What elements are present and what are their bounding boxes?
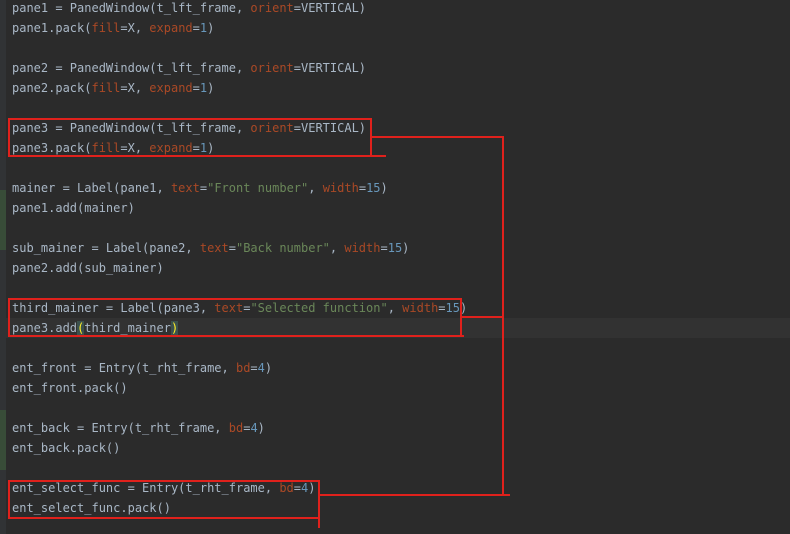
code-token: pane2.add(sub_mainer) — [12, 261, 164, 275]
code-token-paren: ) — [170, 321, 179, 335]
code-token: pane1 = PanedWindow(t_lft_frame, — [12, 1, 251, 15]
code-token-num: 15 — [445, 301, 460, 315]
code-token: pane3 = PanedWindow(t_lft_frame, — [12, 121, 251, 135]
code-token-kw: fill — [91, 141, 121, 155]
code-token: ) — [207, 81, 215, 95]
code-token: =VERTICAL) — [293, 61, 367, 75]
code-line[interactable]: pane2.add(sub_mainer) — [12, 258, 164, 278]
code-line[interactable]: ent_back = Entry(t_rht_frame, bd=4) — [12, 418, 265, 438]
code-token: pane2 = PanedWindow(t_lft_frame, — [12, 61, 251, 75]
code-token: , — [308, 181, 323, 195]
code-token: , — [329, 241, 345, 255]
code-line[interactable]: sub_mainer = Label(pane2, text="Back num… — [12, 238, 409, 258]
code-token: pane1.pack( — [12, 21, 92, 35]
code-token-kw: bd — [235, 361, 251, 375]
code-line[interactable]: pane1.add(mainer) — [12, 198, 135, 218]
code-token-str: "Selected function" — [250, 301, 388, 315]
code-token-kw: fill — [91, 21, 121, 35]
code-token: pane2.pack( — [12, 81, 92, 95]
code-token-num: 4 — [257, 361, 265, 375]
code-line[interactable]: ent_back.pack() — [12, 438, 120, 458]
code-editor[interactable]: pane1 = PanedWindow(t_lft_frame, orient=… — [0, 0, 790, 534]
code-token-num: 15 — [387, 241, 403, 255]
vcs-change-marker — [0, 410, 6, 470]
code-line[interactable]: pane2 = PanedWindow(t_lft_frame, orient=… — [12, 58, 366, 78]
code-token-kw: orient — [250, 1, 294, 15]
code-token: =X, — [120, 21, 150, 35]
editor-gutter — [0, 0, 6, 534]
code-token-kw: text — [214, 301, 244, 315]
code-line[interactable]: mainer = Label(pane1, text="Front number… — [12, 178, 388, 198]
code-token: ) — [308, 481, 316, 495]
code-line[interactable]: pane2.pack(fill=X, expand=1) — [12, 78, 214, 98]
code-token: =VERTICAL) — [293, 1, 367, 15]
code-token: = — [192, 141, 200, 155]
code-line[interactable]: ent_select_func.pack() — [12, 498, 171, 518]
code-token: = — [228, 241, 236, 255]
code-token-str: "Back number" — [235, 241, 330, 255]
code-token: = — [380, 241, 388, 255]
code-token: ent_back = Entry(t_rht_frame, — [12, 421, 229, 435]
code-token: mainer = Label(pane1, — [12, 181, 171, 195]
code-token-kw: text — [199, 241, 229, 255]
code-token: pane3.pack( — [12, 141, 92, 155]
code-token-kw: text — [170, 181, 200, 195]
code-token: = — [199, 181, 208, 195]
code-token-kw: expand — [149, 81, 193, 95]
code-line[interactable]: ent_front = Entry(t_rht_frame, bd=4) — [12, 358, 272, 378]
code-token-kw: width — [402, 301, 439, 315]
code-line[interactable]: pane1.pack(fill=X, expand=1) — [12, 18, 214, 38]
code-token: = — [438, 301, 446, 315]
code-token: ent_select_func.pack() — [12, 501, 171, 515]
code-token-kw: expand — [149, 21, 193, 35]
code-token: ent_select_func = Entry(t_rht_frame, — [12, 481, 280, 495]
code-token: ) — [257, 421, 265, 435]
code-token: =X, — [120, 81, 150, 95]
code-token: = — [293, 481, 301, 495]
code-token-kw: orient — [250, 121, 294, 135]
code-token: = — [192, 81, 200, 95]
code-token: =X, — [120, 141, 150, 155]
code-token: ) — [402, 241, 410, 255]
code-token: = — [250, 361, 258, 375]
code-token: third_mainer — [84, 321, 171, 335]
code-token-kw: bd — [228, 421, 244, 435]
code-token: pane1.add(mainer) — [12, 201, 135, 215]
code-token-kw: expand — [149, 141, 193, 155]
code-token: ent_back.pack() — [12, 441, 121, 455]
code-token: ent_front.pack() — [12, 381, 128, 395]
code-token-kw: width — [344, 241, 381, 255]
code-token: third_mainer = Label(pane3, — [12, 301, 215, 315]
code-token: =VERTICAL) — [293, 121, 367, 135]
code-line[interactable]: ent_front.pack() — [12, 378, 128, 398]
code-token: sub_mainer = Label(pane2, — [12, 241, 200, 255]
code-token: ) — [207, 21, 215, 35]
code-token: ) — [380, 181, 388, 195]
code-token-kw: bd — [279, 481, 294, 495]
code-token-kw: orient — [250, 61, 294, 75]
code-token: = — [358, 181, 367, 195]
code-token: , — [387, 301, 403, 315]
code-token-kw: fill — [91, 81, 121, 95]
code-line[interactable]: third_mainer = Label(pane3, text = "Select… — [12, 298, 467, 318]
code-token: = — [192, 21, 200, 35]
code-token: ent_front = Entry(t_rht_frame, — [12, 361, 236, 375]
code-token-str: "Front number" — [207, 181, 309, 195]
code-line[interactable]: pane3 = PanedWindow(t_lft_frame, orient=… — [12, 118, 366, 138]
vcs-change-marker — [0, 190, 6, 250]
code-token: ) — [264, 361, 273, 375]
code-token-num: 4 — [250, 421, 258, 435]
code-token: ) — [207, 141, 215, 155]
code-token-num: 15 — [366, 181, 381, 195]
code-line[interactable]: pane1 = PanedWindow(t_lft_frame, orient=… — [12, 0, 366, 18]
code-token-kw: width — [322, 181, 359, 195]
code-token: pane3.add — [12, 321, 78, 335]
